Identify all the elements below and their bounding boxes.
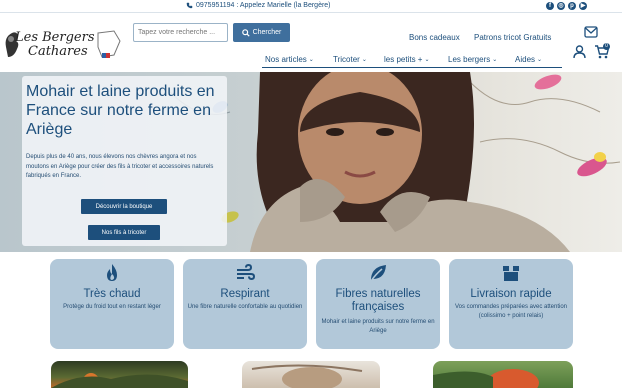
pinterest-icon[interactable]: p [568,2,576,10]
search-input[interactable]: Tapez votre recherche ... [133,23,228,42]
leaf-icon [370,265,386,282]
knitting-yarns-button[interactable]: Nos fils à tricoter [88,225,160,240]
nav-item-help[interactable]: Aides ⌄ [515,55,542,64]
box-icon [503,266,519,281]
wind-icon [237,263,255,281]
feature-card-warm: Très chaud Protège du froid tout en rest… [50,259,174,349]
nav-item-extras[interactable]: les petits + ⌄ [384,55,430,64]
instagram-icon[interactable]: ◎ [557,2,565,10]
top-divider [0,12,622,13]
feature-card-breathable: Respirant Une fibre naturelle confortabl… [183,259,307,349]
chevron-down-icon: ⌄ [308,57,314,63]
feature-title: Respirant [220,288,270,300]
feature-title: Très chaud [83,288,141,300]
nav-label: Tricoter [333,55,360,64]
feature-title: Livraison rapide [470,288,552,300]
logo-text-line1: Les Bergers [15,30,95,45]
chevron-down-icon: ⌄ [424,57,430,63]
category-image-1[interactable] [51,361,188,388]
phone-contact[interactable]: 0975951194 : Appelez Marielle (la Bergèr… [186,2,331,9]
nav-item-articles[interactable]: Nos articles ⌄ [265,55,314,64]
nav-item-knitting[interactable]: Tricoter ⌄ [333,55,367,64]
category-image-3[interactable] [433,361,573,388]
feature-text: Vos commandes préparées avec attention (… [454,304,568,319]
chevron-down-icon: ⌄ [492,57,498,63]
facebook-icon[interactable]: f [546,2,554,10]
account-icon[interactable] [573,45,586,59]
nav-label: les petits + [384,55,423,64]
search-button[interactable]: Chercher [233,23,290,42]
flame-icon [107,264,117,281]
site-logo[interactable]: Les Bergers Cathares [2,27,124,65]
nav-underline [262,67,562,68]
nav-label: Les bergers [448,55,491,64]
chevron-down-icon: ⌄ [537,57,543,63]
search-icon [241,28,250,37]
hero-description: Depuis plus de 40 ans, nous élevons nos … [26,154,214,179]
top-bar: 0975951194 : Appelez Marielle (la Bergèr… [0,0,622,12]
feature-text: Une fibre naturelle confortable au quoti… [187,304,303,310]
feature-title: Fibres naturelles françaises [335,288,421,313]
free-patterns-link[interactable]: Patrons tricot Gratuits [474,33,551,42]
nav-item-shepherds[interactable]: Les bergers ⌄ [448,55,497,64]
feature-card-delivery: Livraison rapide Vos commandes préparées… [449,259,573,349]
discover-shop-button[interactable]: Découvrir la boutique [81,199,167,214]
phone-icon [186,2,193,9]
category-image-2[interactable] [242,361,380,388]
mail-icon[interactable] [584,26,598,38]
feature-card-natural-fibers: Fibres naturelles françaises Mohair et l… [316,259,440,349]
search-button-label: Chercher [252,29,282,36]
nav-label: Nos articles [265,55,307,64]
logo-text-line2: Cathares [28,44,88,59]
social-links: f ◎ p ▶ [546,2,587,10]
cart-count-badge: 0 [603,43,610,50]
chevron-down-icon: ⌄ [361,57,367,63]
feature-text: Protège du froid tout en restant léger [63,304,161,310]
youtube-icon[interactable]: ▶ [579,2,587,10]
gift-cards-link[interactable]: Bons cadeaux [409,33,460,42]
nav-label: Aides [515,55,536,64]
phone-text: 0975951194 : Appelez Marielle (la Bergèr… [196,2,331,9]
feature-text: Mohair et laine produits sur notre ferme… [321,319,435,334]
hero-title: Mohair et laine produits en France sur n… [26,83,215,138]
